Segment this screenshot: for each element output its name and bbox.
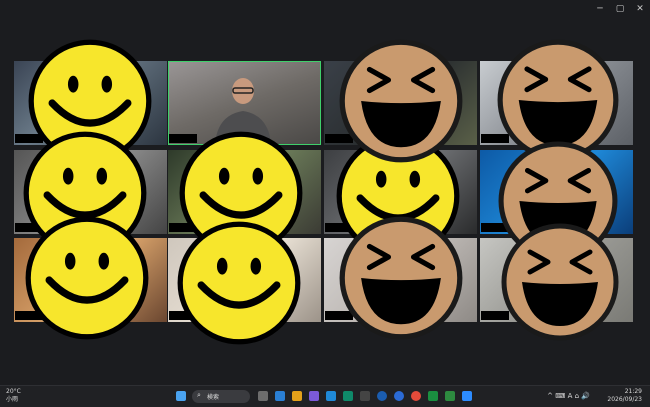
chrome-icon[interactable] [411,391,421,401]
line-icon[interactable] [445,391,455,401]
keyboard-icon[interactable]: ⌨ [555,392,565,400]
widgets-icon[interactable] [275,391,285,401]
show-hidden-icons[interactable]: ^ [547,392,553,400]
taskbar: 20°C 小雨 ⌕ 検索 ^ ⌨ A ⌂ 🔊 21:29 2026/09/23 [0,385,650,407]
zoom-icon[interactable] [462,391,472,401]
weather-temperature: 20°C [6,388,21,395]
clock-date: 2026/09/23 [607,396,642,403]
smiling-face-emoji [25,216,149,340]
close-button[interactable]: ✕ [630,2,650,16]
task-view-icon[interactable] [258,391,268,401]
edge-browser-icon[interactable] [343,391,353,401]
hp-icon[interactable] [377,391,387,401]
weather-widget[interactable]: 20°C 小雨 [6,388,21,404]
ime-indicator[interactable]: A [568,392,573,400]
smiling-face-emoji [177,221,301,345]
laughing-face-emoji [501,223,619,341]
file-explorer-icon[interactable] [292,391,302,401]
maximize-button[interactable]: ▢ [610,2,630,16]
laughing-face-emoji [339,39,463,163]
help-icon[interactable] [394,391,404,401]
minimize-button[interactable]: ─ [590,2,610,16]
weather-description: 小雨 [6,396,19,403]
excel-icon[interactable] [428,391,438,401]
mail-icon[interactable] [326,391,336,401]
windows-start-icon[interactable] [176,391,186,401]
search-icon: ⌕ [197,391,201,399]
system-tray[interactable]: ^ ⌨ A ⌂ 🔊 [547,392,590,400]
clock-time: 21:29 [624,388,642,395]
teams-icon[interactable] [309,391,319,401]
laughing-face-emoji [339,216,463,340]
search-placeholder: 検索 [207,394,220,401]
search-box[interactable]: ⌕ 検索 [192,390,250,403]
store-icon[interactable] [360,391,370,401]
volume-icon[interactable]: 🔊 [581,392,590,400]
clock[interactable]: 21:29 2026/09/23 [607,388,642,404]
network-icon[interactable]: ⌂ [575,392,579,400]
